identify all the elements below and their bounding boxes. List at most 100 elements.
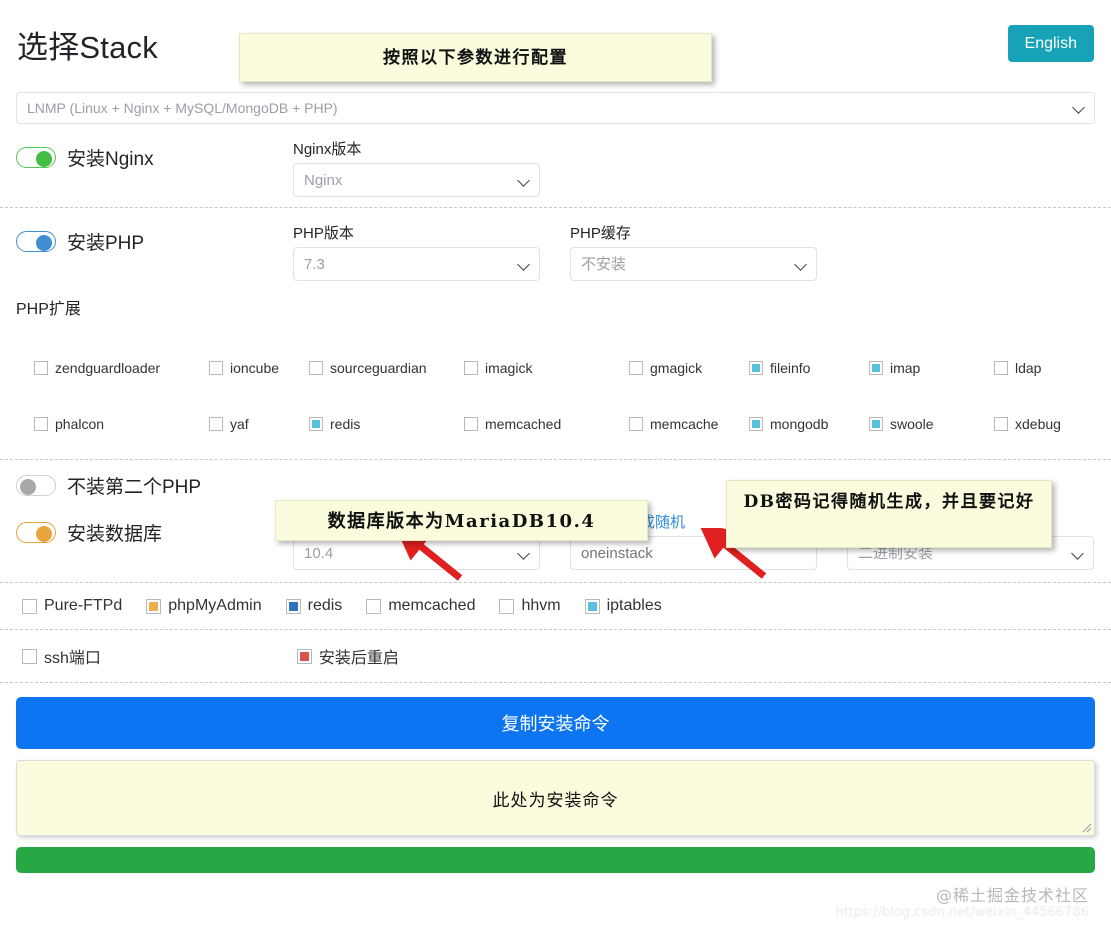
checkbox-label: redis [330,416,361,432]
php-extension-item[interactable]: zendguardloader [34,360,160,376]
install-command-box[interactable]: 此处为安装命令 [16,760,1095,836]
checkbox-yaf[interactable] [209,417,223,431]
checkbox-imap[interactable] [869,361,883,375]
php-extension-item[interactable]: imagick [464,360,532,376]
php-extensions-row-2: phalcon yaf redis memcached memcache mongodb s… [16,415,1095,433]
php-extension-item[interactable]: memcache [629,416,718,432]
php-extension-item[interactable]: fileinfo [749,360,810,376]
toggle-knob [36,234,52,251]
component-item[interactable]: hhvm [499,597,561,615]
options-section: ssh端口 安装后重启 [0,629,1111,682]
nginx-version-label: Nginx版本 [293,141,362,158]
option-item[interactable]: 安装后重启 [296,644,399,668]
language-switch-button[interactable]: English [1007,25,1094,63]
php-cache-select[interactable]: 不安装 [570,247,817,281]
checkbox-ioncube[interactable] [209,361,223,375]
checkbox-label: ioncube [230,360,280,376]
nginx-toggle-row[interactable]: 安装Nginx [16,144,293,171]
copy-install-command-button[interactable]: 复制安装命令 [16,697,1095,749]
php-extension-item[interactable]: gmagick [629,360,702,376]
checkbox-gmagick[interactable] [629,361,643,375]
callout-db-password-note: DB密码记得随机生成，并且要记好 [726,480,1052,548]
component-item[interactable]: memcached [366,597,475,615]
php-extension-item[interactable]: swoole [869,416,934,432]
php-extension-item[interactable]: ioncube [209,360,279,376]
checkbox-memcached[interactable] [464,417,478,431]
checkbox-zendguardloader[interactable] [34,361,48,375]
php-version-label: PHP版本 [293,225,354,242]
stack-select-box[interactable]: LNMP (Linux + Nginx + MySQL/MongoDB + PH… [16,92,1095,124]
checkbox-hhvm[interactable] [499,598,515,614]
components-row: Pure-FTPd phpMyAdmin redis memcached hhvm ipt… [16,597,1095,615]
checkbox-label: iptables [606,597,662,614]
php-cache-label: PHP缓存 [570,225,631,242]
checkbox-redis[interactable] [309,417,323,431]
checkbox-fileinfo[interactable] [749,361,763,375]
checkbox-label: gmagick [650,360,703,376]
install-database-toggle[interactable] [16,522,56,543]
options-row: ssh端口 安装后重启 [16,644,1095,668]
php-extension-item[interactable]: xdebug [994,416,1061,432]
php-extension-item[interactable]: yaf [209,416,249,432]
php-extension-item[interactable]: phalcon [34,416,104,432]
nginx-version-select-box[interactable]: Nginx [293,163,540,197]
watermark-brand: @稀土掘金技术社区 [935,886,1089,905]
checkbox-memcache[interactable] [629,417,643,431]
component-item[interactable]: iptables [584,597,662,615]
database-toggle-row[interactable]: 安装数据库 [16,519,293,546]
components-section: Pure-FTPd phpMyAdmin redis memcached hhvm ipt… [0,582,1111,629]
secondary-action-button[interactable] [16,847,1095,873]
checkbox-label: memcached [388,597,476,614]
php-extension-item[interactable]: memcached [464,416,561,432]
checkbox-phpMyAdmin[interactable] [146,598,162,614]
component-item[interactable]: Pure-FTPd [22,597,122,615]
checkbox-label: imagick [485,360,533,376]
app-root: 选择Stack English 按照以下参数进行配置 LNMP (Linux +… [0,0,1111,930]
checkbox-label: memcached [485,416,562,432]
checkbox-mongodb[interactable] [749,417,763,431]
callout-configure-note: 按照以下参数进行配置 [239,33,712,82]
checkbox-iptables[interactable] [584,598,600,614]
php-extension-item[interactable]: redis [309,416,360,432]
install-nginx-toggle[interactable] [16,147,56,168]
checkbox-ssh端口[interactable] [22,648,37,664]
checkbox-label: hhvm [521,597,561,614]
checkbox-phalcon[interactable] [34,417,48,431]
php-extension-item[interactable]: mongodb [749,416,828,432]
second-php-toggle[interactable] [16,475,56,496]
checkbox-label: xdebug [1015,416,1061,432]
toggle-knob [20,478,36,495]
component-item[interactable]: redis [285,597,343,615]
install-nginx-label: 安装Nginx [67,149,154,170]
checkbox-label: zendguardloader [55,360,161,376]
checkbox-swoole[interactable] [869,417,883,431]
checkbox-Pure-FTPd[interactable] [22,598,37,614]
stack-select[interactable]: LNMP (Linux + Nginx + MySQL/MongoDB + PH… [16,92,1095,124]
resize-grip-icon[interactable] [1080,821,1092,833]
actions-section: 复制安装命令 此处为安装命令 [0,682,1111,873]
php-version-select-box[interactable]: 7.3 [293,247,540,281]
checkbox-memcached[interactable] [366,598,382,614]
option-item[interactable]: ssh端口 [22,644,101,668]
php-extension-item[interactable]: sourceguardian [309,360,427,376]
checkbox-sourceguardian[interactable] [309,361,323,375]
checkbox-label: redis [307,597,343,614]
checkbox-redis[interactable] [285,598,301,614]
checkbox-安装后重启[interactable] [296,648,312,664]
checkbox-ldap[interactable] [994,361,1008,375]
checkbox-label: mongodb [770,416,829,432]
nginx-version-select[interactable]: Nginx [293,163,540,197]
nginx-section: 安装Nginx Nginx版本 Nginx [0,124,1111,207]
php-cache-select-box[interactable]: 不安装 [570,247,817,281]
install-php-toggle[interactable] [16,231,56,252]
component-item[interactable]: phpMyAdmin [146,597,262,615]
php-version-select[interactable]: 7.3 [293,247,540,281]
php-extensions-row-1: zendguardloader ioncube sourceguardian imag… [16,359,1095,377]
checkbox-xdebug[interactable] [994,417,1008,431]
checkbox-label: ssh端口 [44,650,101,667]
php-extension-item[interactable]: ldap [994,360,1041,376]
checkbox-label: swoole [890,416,934,432]
php-extension-item[interactable]: imap [869,360,920,376]
php-toggle-row[interactable]: 安装PHP [16,228,293,255]
checkbox-imagick[interactable] [464,361,478,375]
